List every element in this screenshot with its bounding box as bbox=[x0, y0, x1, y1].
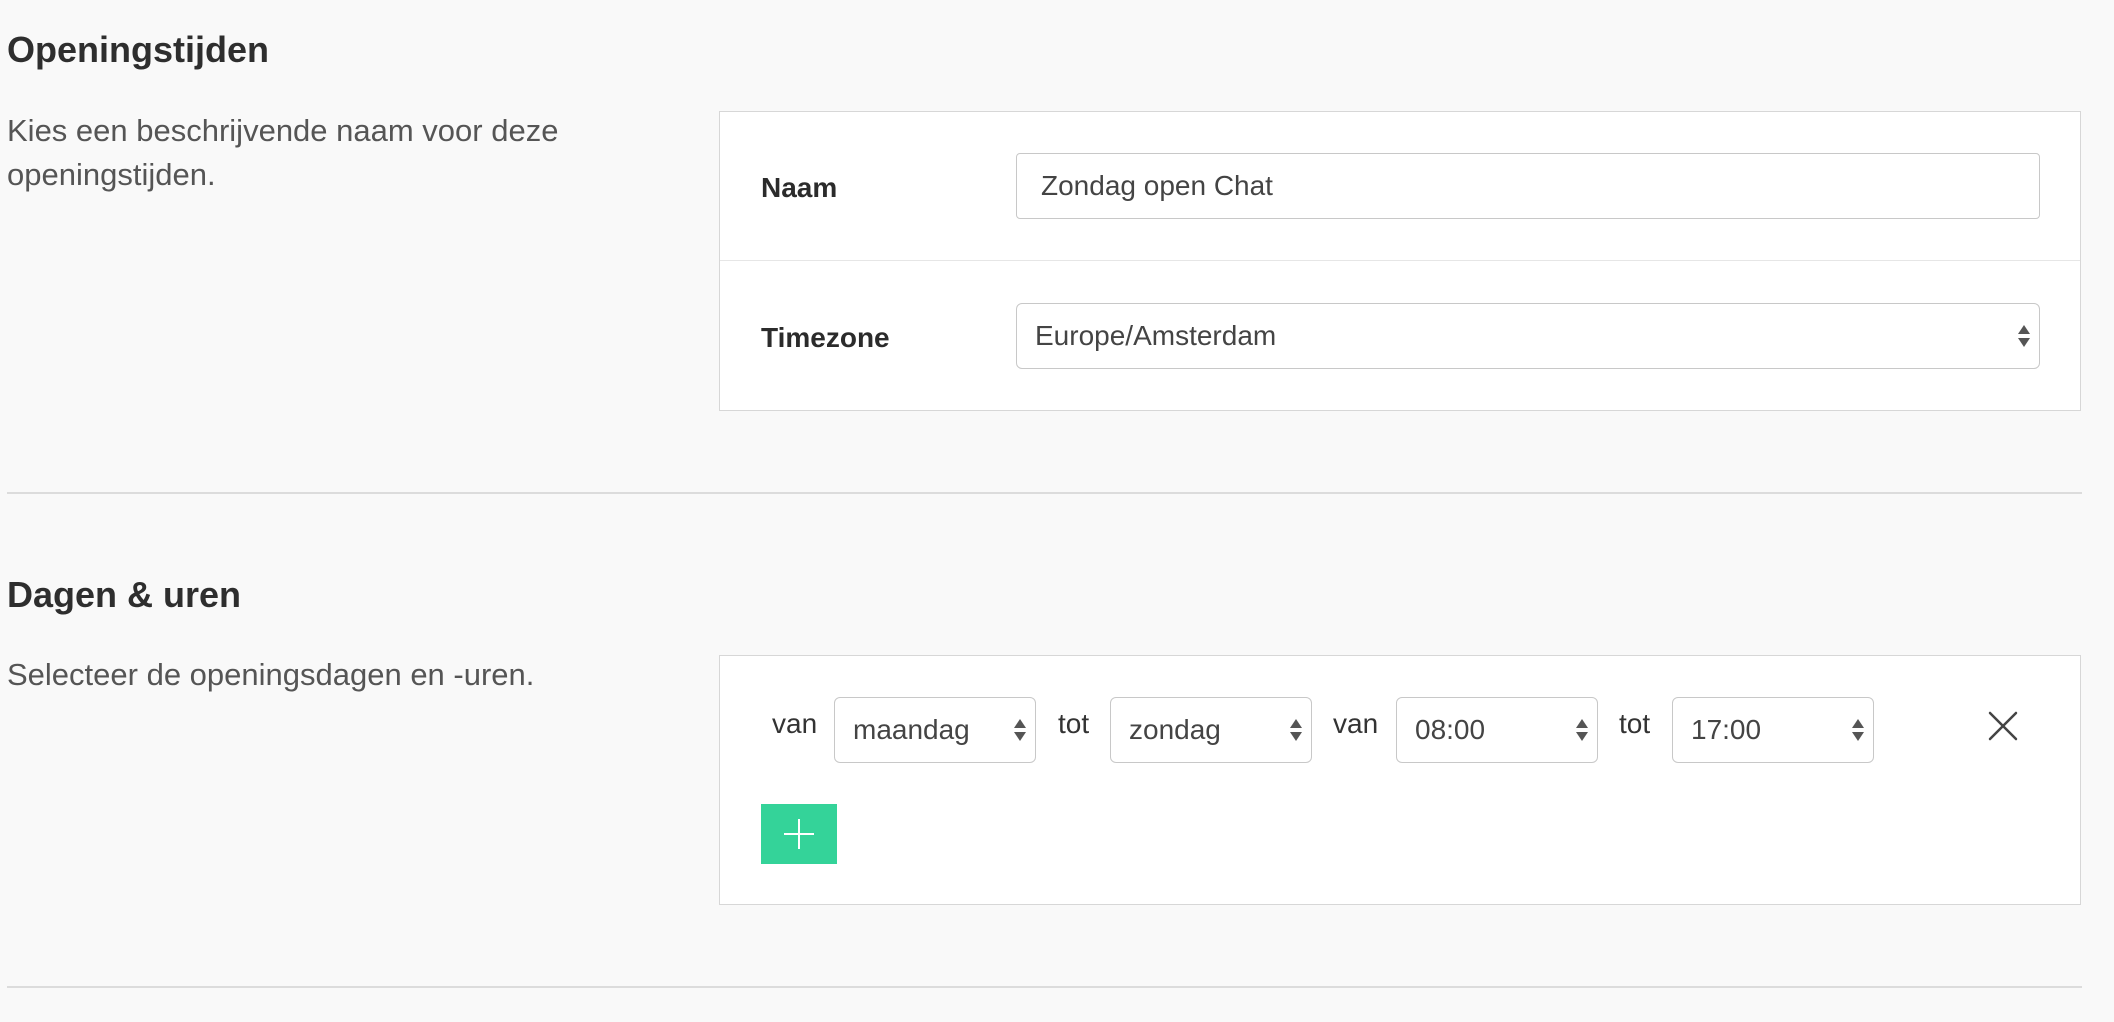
updown-arrows-icon bbox=[1576, 719, 1588, 741]
timezone-select-value: Europe/Amsterdam bbox=[1035, 320, 1277, 351]
to-time-select-value: 17:00 bbox=[1691, 714, 1762, 745]
from-day-select[interactable]: maandag bbox=[834, 697, 1036, 763]
section-divider bbox=[7, 986, 2082, 988]
to-time-label: tot bbox=[1619, 708, 1651, 739]
close-icon[interactable] bbox=[1986, 709, 2020, 743]
page: Openingstijden Kies een beschrijvende na… bbox=[0, 0, 2114, 1022]
name-label: Naam bbox=[761, 172, 838, 203]
section-description-days-hours: Selecteer de openingsdagen en -uren. bbox=[7, 657, 535, 692]
to-day-label: tot bbox=[1058, 708, 1090, 739]
section-description-opening-hours: Kies een beschrijvende naam voor deze op… bbox=[7, 113, 559, 192]
timezone-select[interactable]: Europe/Amsterdam bbox=[1016, 303, 2040, 369]
days-hours-card: van maandag tot zondag van 08:00 tot 17:… bbox=[719, 655, 2081, 905]
from-time-select-value: 08:00 bbox=[1415, 714, 1486, 745]
from-time-select[interactable]: 08:00 bbox=[1396, 697, 1598, 763]
timezone-label: Timezone bbox=[761, 322, 890, 353]
plus-icon bbox=[784, 819, 814, 849]
from-time-label: van bbox=[1333, 708, 1379, 739]
add-row-button[interactable] bbox=[761, 804, 837, 864]
section-title-days-hours: Dagen & uren bbox=[7, 574, 242, 615]
from-day-select-value: maandag bbox=[853, 714, 970, 745]
updown-arrows-icon bbox=[1014, 719, 1026, 741]
opening-hours-card: Naam Timezone Europe/Amsterdam bbox=[719, 111, 2081, 411]
to-day-select[interactable]: zondag bbox=[1110, 697, 1312, 763]
row-divider bbox=[720, 260, 2080, 261]
name-input[interactable] bbox=[1016, 153, 2040, 219]
updown-arrows-icon bbox=[2018, 325, 2030, 347]
section-title-opening-hours: Openingstijden bbox=[7, 29, 270, 70]
to-day-select-value: zondag bbox=[1129, 714, 1221, 745]
to-time-select[interactable]: 17:00 bbox=[1672, 697, 1874, 763]
updown-arrows-icon bbox=[1852, 719, 1864, 741]
updown-arrows-icon bbox=[1290, 719, 1302, 741]
from-day-label: van bbox=[772, 708, 818, 739]
section-divider bbox=[7, 492, 2082, 494]
